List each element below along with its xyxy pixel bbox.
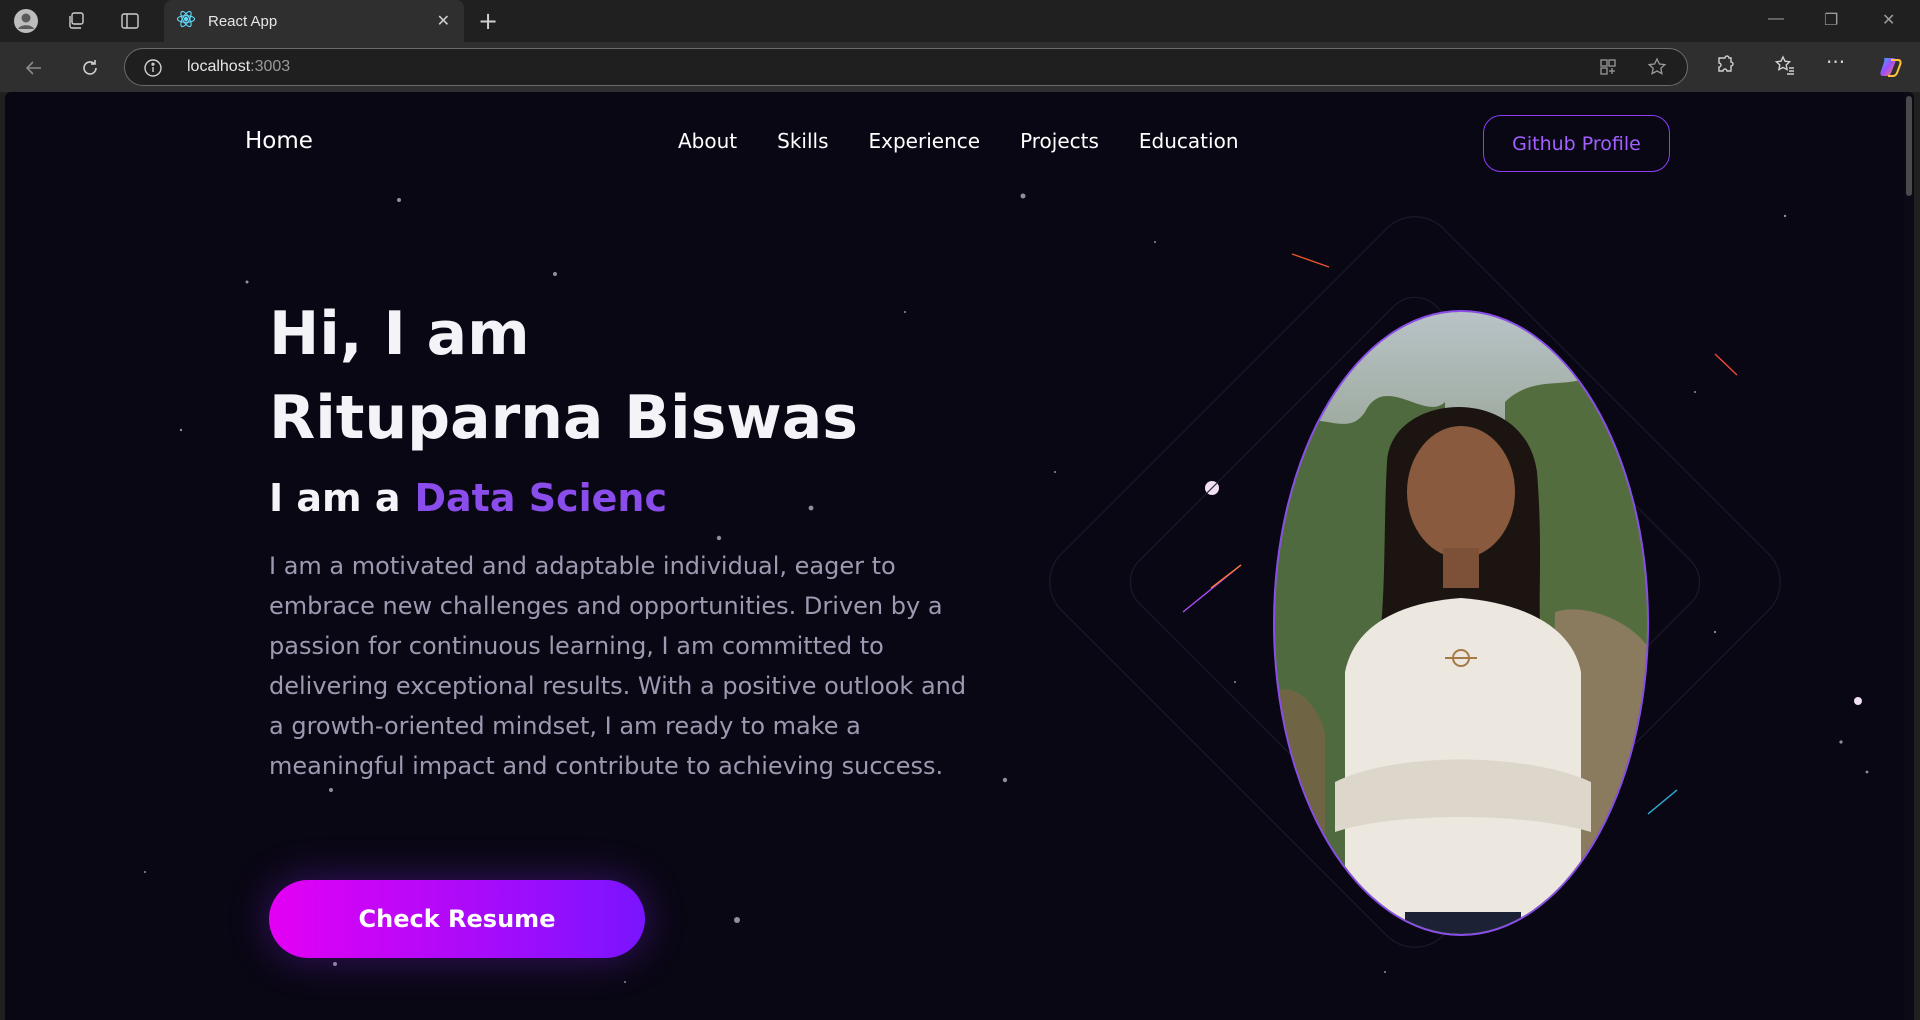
url-host: localhost [187,58,251,75]
react-logo-icon [176,9,196,33]
hero-greeting: Hi, I am [269,299,530,369]
nav-link-education[interactable]: Education [1139,129,1239,153]
profile-photo-illustration [1275,312,1647,934]
main-menu: About Skills Experience Projects Educati… [678,129,1239,153]
browser-toolbar: localhost:3003 ··· [0,42,1920,92]
hero-description: I am a motivated and adaptable individua… [269,552,967,780]
close-icon[interactable]: ✕ [437,11,450,30]
role-line: I am a Data Scienc [269,476,667,520]
nav-link-about[interactable]: About [678,129,737,153]
profile-avatar-icon[interactable] [12,8,40,34]
minimize-button[interactable]: — [1768,10,1784,28]
workspaces-icon[interactable] [62,8,90,34]
new-tab-button[interactable]: + [478,8,498,34]
nav-link-projects[interactable]: Projects [1020,129,1099,153]
url-port: :3003 [250,58,291,75]
puzzle-icon[interactable] [1714,54,1736,80]
window-close-button[interactable]: ✕ [1882,10,1895,30]
nav-link-skills[interactable]: Skills [777,129,828,153]
info-icon[interactable] [143,58,163,82]
tab-react-app[interactable]: React App ✕ [164,0,464,42]
scrollbar-thumb[interactable] [1906,96,1912,196]
nav-link-experience[interactable]: Experience [869,129,981,153]
tab-strip: React App ✕ + — ❐ ✕ [0,0,1920,42]
nav-home-link[interactable]: Home [245,128,313,154]
url-text: localhost:3003 [187,58,290,76]
star-icon[interactable] [1647,57,1667,81]
page-scrollbar[interactable] [1904,92,1914,1020]
address-bar[interactable]: localhost:3003 [124,48,1688,86]
github-profile-button[interactable]: Github Profile [1483,115,1670,172]
vertical-tabs-icon[interactable] [116,8,144,34]
browser-window: React App ✕ + — ❐ ✕ localhost:3003 ··· H… [0,0,1920,1020]
copilot-icon[interactable] [1878,54,1904,84]
back-arrow-icon[interactable] [20,54,48,82]
page-viewport: Home About Skills Experience Projects Ed… [5,92,1914,1020]
role-typed-text: Data Scienc [414,476,667,520]
profile-photo [1273,310,1649,936]
hero-name: Rituparna Biswas [269,383,858,453]
refresh-icon[interactable] [76,54,104,82]
more-icon[interactable]: ··· [1826,50,1845,74]
restore-button[interactable]: ❐ [1824,10,1838,30]
app-available-icon[interactable] [1598,57,1618,81]
favorites-icon[interactable] [1774,54,1796,80]
role-prefix: I am a [269,476,401,520]
check-resume-button[interactable]: Check Resume [269,880,645,958]
tab-title: React App [208,12,278,30]
